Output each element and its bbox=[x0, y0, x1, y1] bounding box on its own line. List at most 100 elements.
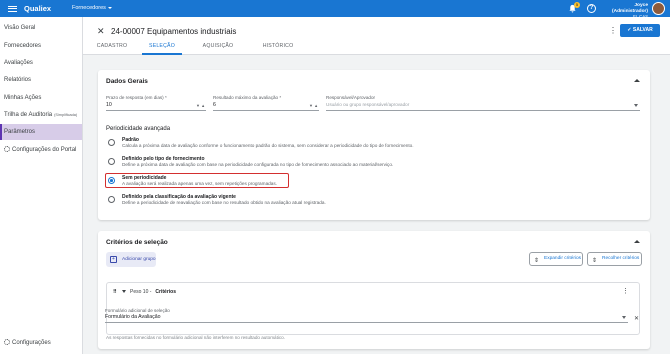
chevron-down-icon bbox=[107, 6, 112, 9]
group-header[interactable]: ⠿ Peso 10 - Critérios bbox=[113, 289, 176, 295]
sidebar-item-relatorios[interactable]: Relatórios bbox=[0, 72, 82, 88]
notification-badge: 5 bbox=[574, 2, 580, 8]
more-options-icon[interactable]: ⋮ bbox=[609, 26, 617, 35]
sidebar-item-label: Parâmetros bbox=[4, 129, 36, 135]
module-selector[interactable]: Fornecedores bbox=[72, 5, 112, 11]
field-underline bbox=[106, 110, 206, 111]
option-description: Calcula a próxima data de avaliação conf… bbox=[122, 143, 414, 148]
resultado-field[interactable]: Resultado máximo da avaliação * 6 ▼ ▲ bbox=[213, 95, 319, 111]
help-icon[interactable]: ? bbox=[587, 4, 596, 13]
resultado-input[interactable]: 6 bbox=[213, 102, 216, 108]
sidebar-item-parametros[interactable]: Parâmetros bbox=[0, 124, 82, 140]
user-name: Joyce (Administrador) bbox=[612, 3, 648, 14]
sidebar-item-minhas-acoes[interactable]: Minhas Ações bbox=[0, 90, 82, 106]
unfold-less-icon: ⇕ bbox=[592, 258, 598, 264]
criteria-group: ⠿ Peso 10 - Critérios ⋮ Formulário adicion… bbox=[105, 282, 640, 335]
sidebar-item-configuracoes-portal[interactable]: Configurações do Portal bbox=[0, 142, 82, 158]
sidebar-item-label: Trilha de Auditoria bbox=[4, 112, 53, 118]
prazo-field[interactable]: Prazo de resposta (em dias) * 10 ▼ ▲ bbox=[106, 95, 206, 111]
radio-button[interactable] bbox=[108, 158, 115, 165]
expand-label: Expandir critérios bbox=[544, 256, 582, 261]
sidebar-item-configuracoes[interactable]: Configurações bbox=[0, 335, 82, 351]
form-select-value[interactable]: Formulário da Avaliação bbox=[105, 314, 161, 320]
group-separator: - bbox=[149, 289, 152, 295]
clear-icon[interactable]: ✕ bbox=[634, 315, 639, 322]
add-group-label: Adicionar grupo bbox=[122, 257, 156, 262]
sidebar-item-avaliacoes[interactable]: Avaliações bbox=[0, 55, 82, 71]
gear-icon bbox=[4, 339, 10, 345]
group-weight: Peso 10 bbox=[130, 289, 149, 295]
form-note: As respostas fornecidas no formulário ad… bbox=[106, 335, 285, 340]
sidebar-item-label: Relatórios bbox=[4, 77, 32, 83]
collapse-criteria-button[interactable]: ⇕ Recolher critérios bbox=[587, 252, 642, 266]
drag-handle-icon[interactable]: ⠿ bbox=[113, 289, 118, 295]
responsavel-input[interactable]: Usuário ou grupo responsável/aprovador bbox=[326, 102, 409, 107]
sidebar-item-label: Configurações do Portal bbox=[12, 147, 77, 153]
sidebar-item-tag: (Simplificada) bbox=[54, 113, 78, 117]
radio-button[interactable] bbox=[108, 196, 115, 203]
chevron-down-icon[interactable] bbox=[634, 104, 638, 107]
sidebar-item-trilha-auditoria[interactable]: Trilha de Auditoria (Simplificada) bbox=[0, 107, 82, 123]
sidebar-item-label: Fornecedores bbox=[4, 43, 42, 49]
avatar[interactable] bbox=[652, 2, 665, 15]
add-box-icon: + bbox=[110, 256, 117, 263]
add-group-button[interactable]: + Adicionar grupo bbox=[106, 252, 156, 267]
responsavel-label: Responsável/Aprovador bbox=[326, 95, 376, 100]
sidebar-item-label: Avaliações bbox=[4, 60, 33, 66]
unfold-more-icon: ⇕ bbox=[534, 258, 540, 264]
option-description: A avaliação será realizada apenas uma ve… bbox=[122, 181, 278, 186]
check-icon: ✓ bbox=[627, 27, 632, 33]
field-underline bbox=[326, 110, 640, 111]
page-header: ✕ 24-00007 Equipamentos industriais ⋮ ✓ … bbox=[83, 17, 670, 55]
prazo-label: Prazo de resposta (em dias) * bbox=[106, 95, 167, 100]
module-label: Fornecedores bbox=[72, 5, 106, 11]
radio-option-tipo-fornecimento[interactable]: Definido pelo tipo de fornecimento Defin… bbox=[108, 156, 528, 170]
sidebar-item-label: Minhas Ações bbox=[4, 95, 42, 101]
chevron-down-icon[interactable] bbox=[122, 290, 126, 293]
option-description: Define a próxima data de avaliação com b… bbox=[122, 162, 394, 167]
responsavel-field[interactable]: Responsável/Aprovador Usuário ou grupo r… bbox=[326, 95, 640, 111]
page-title: 24-00007 Equipamentos industriais bbox=[111, 27, 237, 36]
sidebar: Visão Geral Fornecedores Avaliações Rela… bbox=[0, 17, 83, 354]
radio-option-padrao[interactable]: Padrão Calcula a próxima data de avaliaç… bbox=[108, 137, 528, 151]
tab-aquisicao[interactable]: AQUISIÇÃO bbox=[198, 42, 238, 55]
dados-gerais-card: Dados Gerais Prazo de resposta (em dias)… bbox=[98, 70, 650, 220]
save-button[interactable]: ✓ SALVAR bbox=[620, 24, 660, 37]
group-name: Critérios bbox=[155, 289, 176, 295]
stepper-arrows-icon[interactable]: ▼ ▲ bbox=[309, 103, 318, 108]
option-description: Define a periodicidade de reavaliação co… bbox=[122, 200, 326, 205]
app-logo: Qualiex bbox=[24, 4, 52, 13]
dados-gerais-title: Dados Gerais bbox=[106, 78, 148, 85]
radio-option-classificacao[interactable]: Definido pela classificação da avaliação… bbox=[108, 194, 528, 208]
radio-button[interactable] bbox=[108, 139, 115, 146]
form-select-label: Formulário adicional de seleção bbox=[105, 308, 170, 313]
criterios-title: Critérios de seleção bbox=[106, 239, 168, 246]
periodicidade-label: Periodicidade avançada bbox=[106, 126, 171, 132]
expand-criteria-button[interactable]: ⇕ Expandir critérios bbox=[529, 252, 583, 266]
notifications-icon[interactable]: 5 bbox=[568, 2, 580, 13]
field-underline bbox=[213, 110, 319, 111]
field-underline bbox=[105, 322, 628, 323]
gear-icon bbox=[4, 146, 10, 152]
tab-selecao[interactable]: SELEÇÃO bbox=[142, 42, 182, 55]
hamburger-menu-icon[interactable] bbox=[8, 4, 17, 13]
chevron-down-icon[interactable] bbox=[622, 316, 626, 319]
chevron-up-icon[interactable] bbox=[634, 79, 640, 82]
tab-historico[interactable]: HISTÓRICO bbox=[258, 42, 298, 55]
close-icon[interactable]: ✕ bbox=[97, 26, 105, 37]
stepper-arrows-icon[interactable]: ▼ ▲ bbox=[196, 103, 205, 108]
sidebar-item-fornecedores[interactable]: Fornecedores bbox=[0, 38, 82, 54]
top-app-bar: Qualiex Fornecedores 5 ? Joyce (Administ… bbox=[0, 0, 670, 19]
criterios-card: Critérios de seleção + Adicionar grupo ⇕… bbox=[98, 231, 650, 349]
prazo-input[interactable]: 10 bbox=[106, 102, 112, 108]
chevron-up-icon[interactable] bbox=[634, 240, 640, 243]
more-options-icon[interactable]: ⋮ bbox=[622, 287, 629, 295]
resultado-label: Resultado máximo da avaliação * bbox=[213, 95, 282, 100]
tab-cadastro[interactable]: CADASTRO bbox=[96, 42, 128, 55]
collapse-label: Recolher critérios bbox=[602, 256, 640, 261]
sidebar-item-visao-geral[interactable]: Visão Geral bbox=[0, 20, 82, 36]
sidebar-item-label: Configurações bbox=[12, 340, 51, 346]
radio-button-selected[interactable] bbox=[108, 177, 115, 184]
form-select-field[interactable]: Formulário adicional de seleção Formulár… bbox=[105, 308, 628, 323]
radio-option-sem-periodicidade[interactable]: Sem periodicidade A avaliação será reali… bbox=[108, 175, 528, 189]
